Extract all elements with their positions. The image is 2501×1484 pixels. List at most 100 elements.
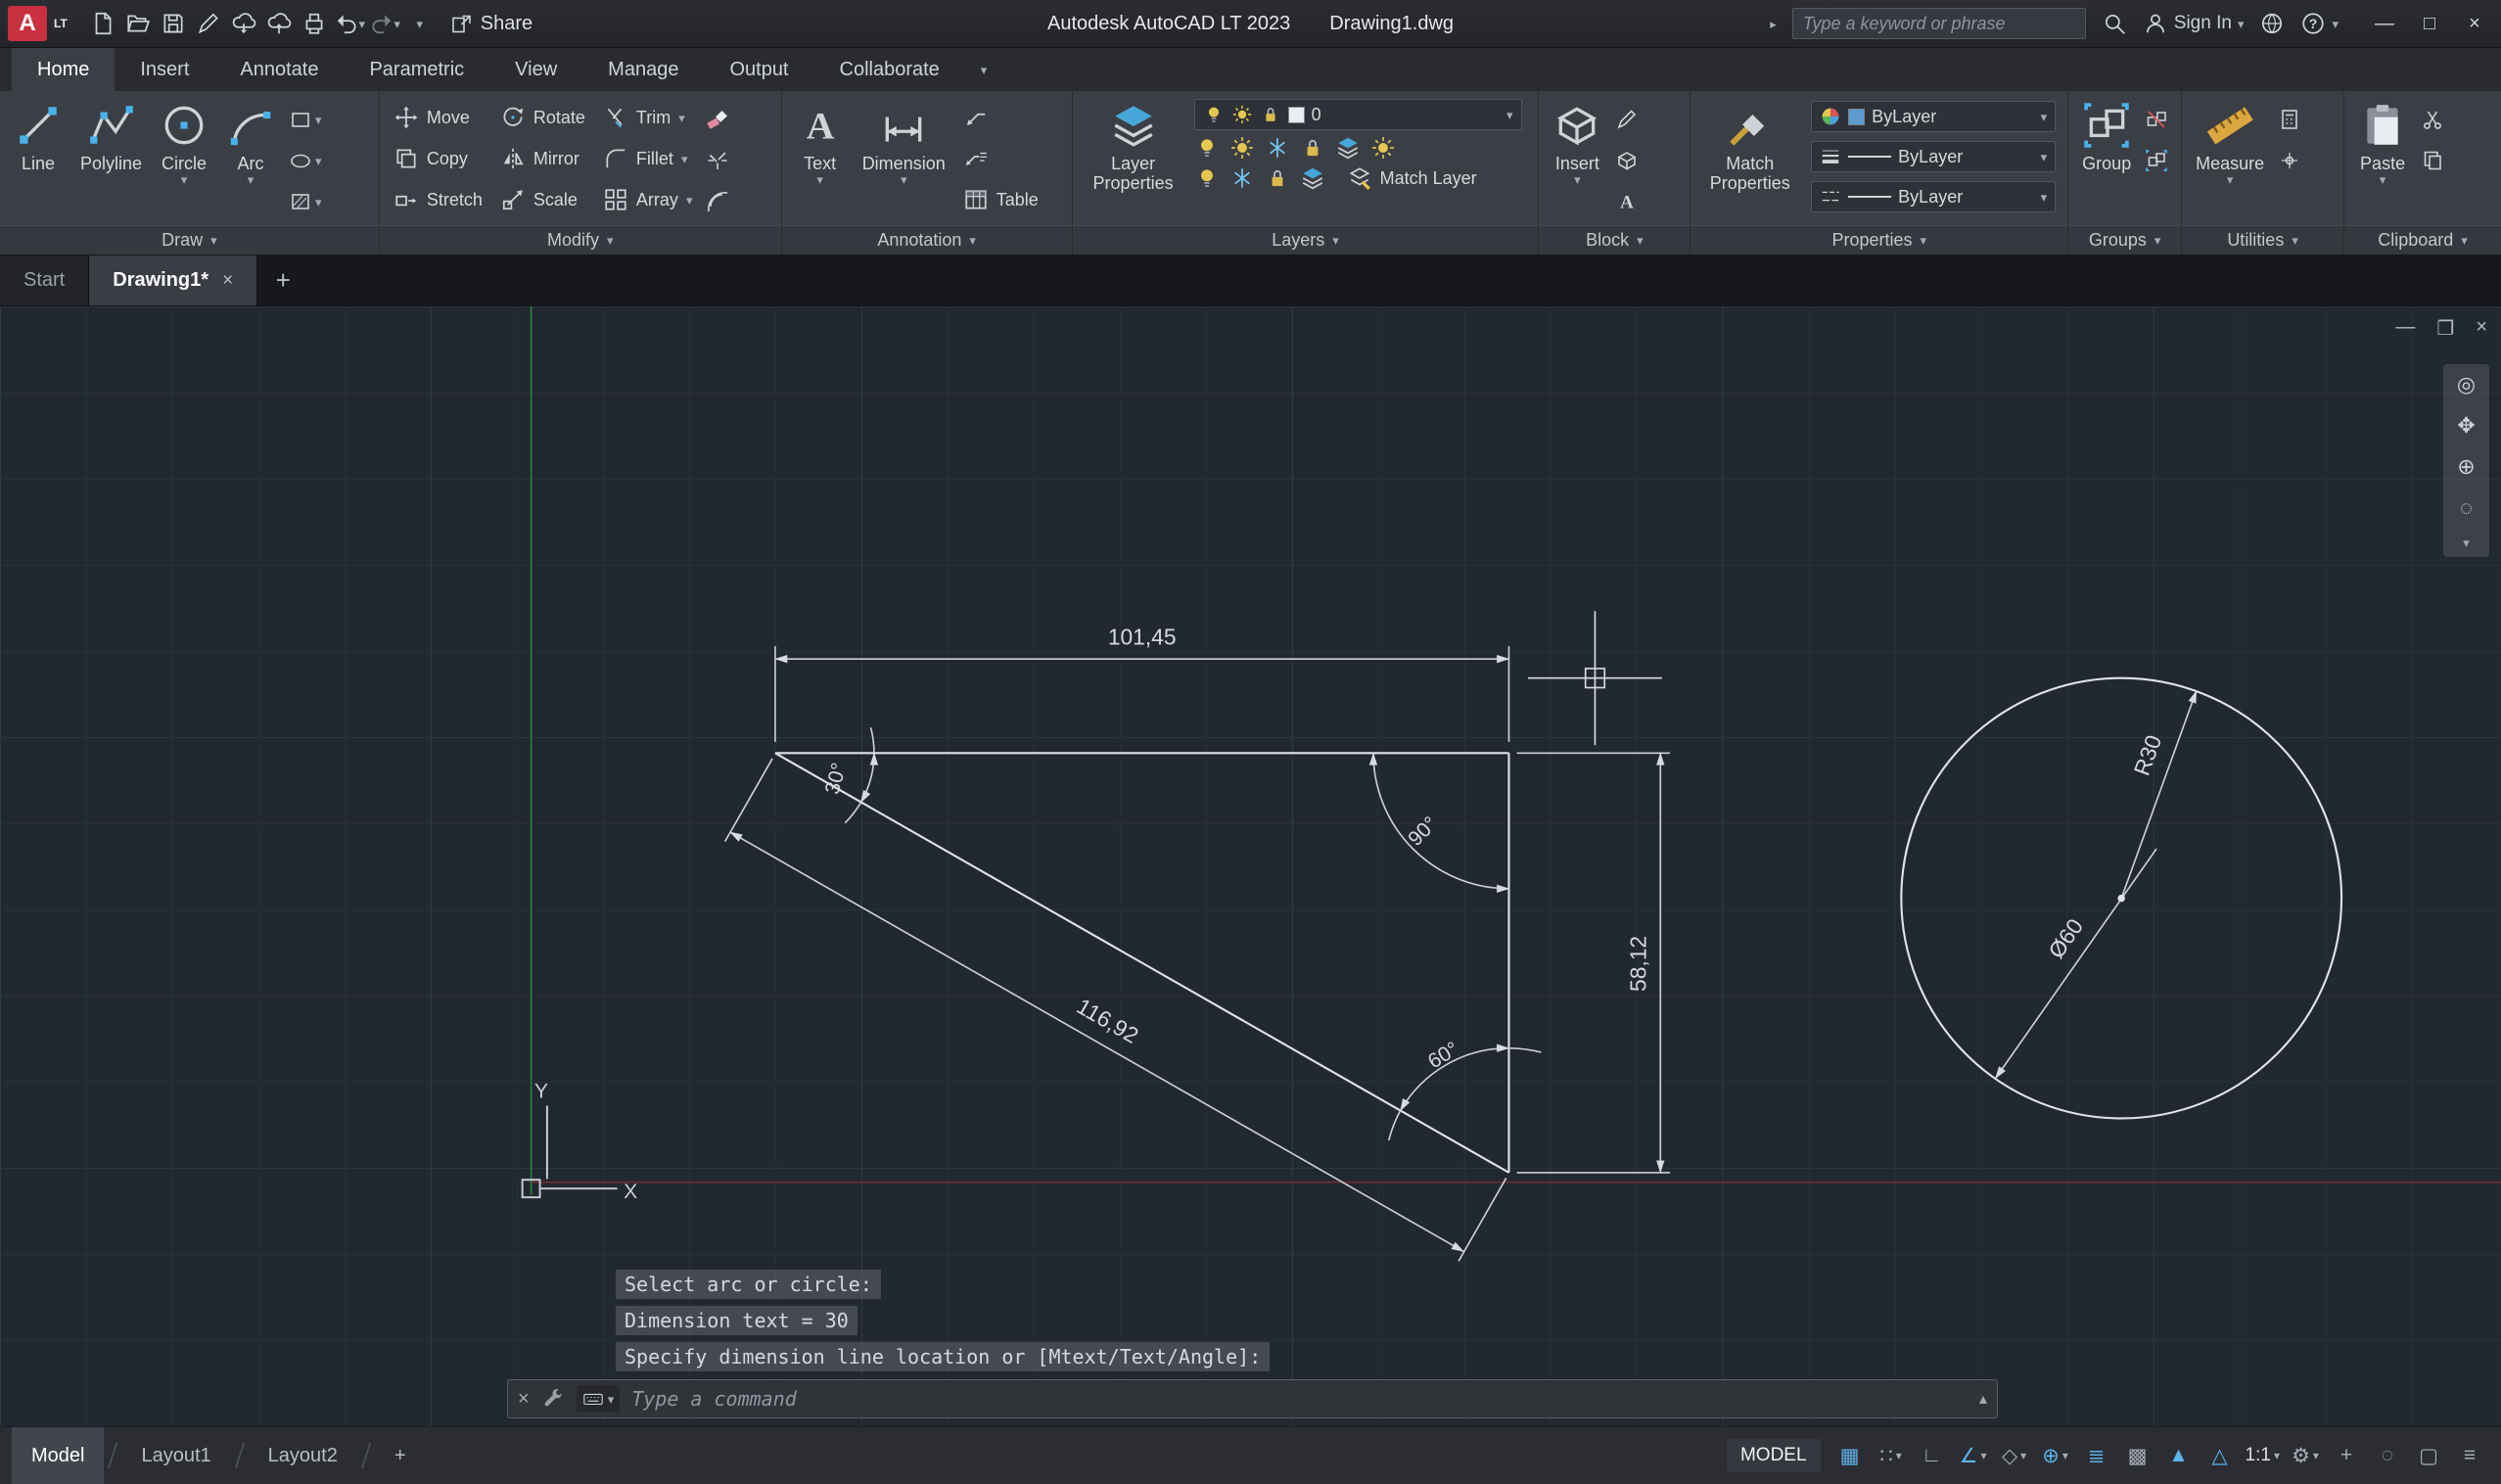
layout-tab-layout1[interactable]: Layout1 bbox=[121, 1427, 230, 1484]
workspace-settings-button[interactable]: ⚙▾ bbox=[2286, 1436, 2325, 1475]
grid-toggle[interactable]: ▦ bbox=[1830, 1436, 1870, 1475]
lineweight-toggle[interactable]: ≣ bbox=[2077, 1436, 2116, 1475]
clipboard-panel-label[interactable]: Clipboard▾ bbox=[2344, 225, 2501, 255]
layer-properties-button[interactable]: Layer Properties bbox=[1079, 97, 1188, 193]
command-customize-wrench-icon[interactable] bbox=[541, 1387, 565, 1411]
multileader-button[interactable] bbox=[955, 138, 1046, 179]
ribbon-display-toggle[interactable]: ▾ bbox=[965, 48, 1003, 91]
object-snap-caret-icon[interactable]: ▾ bbox=[2062, 1450, 2068, 1461]
arc-button[interactable]: Arc▾ bbox=[218, 97, 283, 186]
layer-select-dropdown[interactable]: 0 ▾ bbox=[1194, 99, 1522, 130]
rotate-button[interactable]: Rotate bbox=[492, 97, 593, 138]
quick-calculator-button[interactable] bbox=[2274, 101, 2305, 138]
annotation-panel-label[interactable]: Annotation▾ bbox=[782, 225, 1072, 255]
isodraft-toggle[interactable]: ◇▾ bbox=[1995, 1436, 2034, 1475]
block-panel-label[interactable]: Block▾ bbox=[1539, 225, 1690, 255]
workspace-caret-icon[interactable]: ▾ bbox=[2313, 1450, 2319, 1461]
layout-tab-layout2[interactable]: Layout2 bbox=[249, 1427, 357, 1484]
scale-button[interactable]: Scale bbox=[492, 179, 593, 220]
maximize-button[interactable]: □ bbox=[2407, 2, 2452, 45]
mirror-button[interactable]: Mirror bbox=[492, 138, 593, 179]
insert-block-button[interactable]: Insert▾ bbox=[1545, 97, 1609, 186]
dim-horizontal-text[interactable]: 101,45 bbox=[1108, 624, 1177, 649]
share-button[interactable]: Share bbox=[438, 12, 544, 35]
polar-caret-icon[interactable]: ▾ bbox=[1980, 1450, 1986, 1461]
pan-icon[interactable]: ✥ bbox=[2457, 413, 2475, 439]
drawing-viewport[interactable]: 101,45 58,12 116,92 30° 90° 60° R30 Ø60 bbox=[0, 306, 2501, 1426]
drawing-minimize-button[interactable]: — bbox=[2395, 316, 2415, 341]
match-properties-button[interactable]: Match Properties bbox=[1696, 97, 1803, 193]
annotation-scale-caret-icon[interactable]: ▾ bbox=[2274, 1450, 2280, 1461]
annotation-monitor-toggle[interactable]: + bbox=[2327, 1436, 2366, 1475]
file-tab-drawing1[interactable]: Drawing1* × bbox=[89, 255, 257, 305]
paste-button[interactable]: Paste▾ bbox=[2350, 97, 2415, 186]
layer-freeze-tool-icon[interactable] bbox=[1265, 135, 1290, 161]
layer-isolate-tool-icon[interactable] bbox=[1229, 135, 1255, 161]
application-menu-button[interactable]: A LT bbox=[0, 0, 79, 48]
ortho-toggle[interactable]: ∟ bbox=[1913, 1436, 1952, 1475]
layers-panel-label[interactable]: Layers▾ bbox=[1073, 225, 1539, 255]
object-color-dropdown[interactable]: ByLayer ▾ bbox=[1811, 101, 2056, 132]
copy-clip-button[interactable] bbox=[2417, 142, 2448, 179]
autodesk-web-button[interactable] bbox=[2259, 11, 2285, 36]
erase-button[interactable] bbox=[702, 101, 733, 138]
dimension-button[interactable]: Dimension▾ bbox=[855, 97, 953, 186]
tab-output[interactable]: Output bbox=[704, 48, 813, 91]
cut-button[interactable] bbox=[2417, 101, 2448, 138]
rectangle-button[interactable]: ▾ bbox=[285, 101, 326, 138]
open-from-web-mobile-button[interactable] bbox=[226, 6, 261, 41]
zoom-icon[interactable]: ⊕ bbox=[2457, 454, 2475, 480]
dim-vertical-text[interactable]: 58,12 bbox=[1626, 936, 1651, 992]
redo-button[interactable]: ▾ bbox=[367, 6, 402, 41]
layer-lock-icon[interactable] bbox=[1260, 104, 1281, 125]
ungroup-button[interactable] bbox=[2141, 101, 2172, 138]
text-button[interactable]: Text▾ bbox=[788, 97, 853, 186]
drawing-restore-button[interactable]: ❐ bbox=[2436, 316, 2454, 341]
object-snap-toggle[interactable]: ⊕▾ bbox=[2036, 1436, 2075, 1475]
fillet-button[interactable]: Fillet▾ bbox=[595, 138, 701, 179]
layer-state-tool-icon[interactable] bbox=[1300, 165, 1325, 191]
line-button[interactable]: Line bbox=[6, 97, 70, 173]
move-button[interactable]: Move bbox=[386, 97, 490, 138]
search-expand-icon[interactable]: ▸ bbox=[1770, 18, 1777, 30]
layout-tab-model[interactable]: Model bbox=[12, 1427, 104, 1484]
search-input[interactable] bbox=[1792, 8, 2086, 39]
drawing-close-button[interactable]: × bbox=[2476, 316, 2487, 341]
snap-mode-toggle[interactable]: ∷▾ bbox=[1872, 1436, 1911, 1475]
clean-screen-button[interactable]: ▢ bbox=[2409, 1436, 2448, 1475]
id-point-button[interactable] bbox=[2274, 142, 2305, 179]
search-button[interactable] bbox=[2102, 11, 2127, 36]
sign-in-button[interactable]: Sign In ▾ bbox=[2143, 11, 2245, 36]
circle-button[interactable]: Circle▾ bbox=[152, 97, 216, 186]
redo-caret-icon[interactable]: ▾ bbox=[394, 18, 401, 30]
close-button[interactable]: × bbox=[2452, 2, 2497, 45]
tab-manage[interactable]: Manage bbox=[582, 48, 704, 91]
stretch-button[interactable]: Stretch bbox=[386, 179, 490, 220]
copy-button[interactable]: Copy bbox=[386, 138, 490, 179]
layer-thaw-icon[interactable] bbox=[1231, 104, 1253, 125]
create-block-button[interactable] bbox=[1611, 142, 1643, 179]
annotation-visibility-toggle[interactable]: ▲ bbox=[2159, 1436, 2199, 1475]
command-close-icon[interactable]: × bbox=[518, 1388, 530, 1411]
model-paper-space-toggle[interactable]: MODEL bbox=[1727, 1439, 1821, 1472]
groups-panel-label[interactable]: Groups▾ bbox=[2068, 225, 2181, 255]
explode-button[interactable] bbox=[702, 142, 733, 179]
group-button[interactable]: Group bbox=[2074, 97, 2139, 173]
table-button[interactable]: Table bbox=[955, 179, 1046, 220]
modify-panel-label[interactable]: Modify▾ bbox=[380, 225, 781, 255]
match-layer-button[interactable]: Match Layer bbox=[1347, 165, 1477, 191]
tab-home[interactable]: Home bbox=[12, 48, 115, 91]
file-tab-start[interactable]: Start bbox=[0, 255, 89, 305]
customization-button[interactable]: ≡ bbox=[2450, 1436, 2489, 1475]
tab-parametric[interactable]: Parametric bbox=[344, 48, 489, 91]
layer-unfreeze-tool-icon[interactable] bbox=[1229, 165, 1255, 191]
help-button[interactable]: ▾ bbox=[2300, 11, 2339, 36]
array-button[interactable]: Array▾ bbox=[595, 179, 701, 220]
isolate-objects-button[interactable]: ◌ bbox=[2368, 1436, 2407, 1475]
save-button[interactable] bbox=[156, 6, 191, 41]
model-space-canvas[interactable]: 101,45 58,12 116,92 30° 90° 60° R30 Ø60 bbox=[0, 306, 2501, 1426]
offset-button[interactable] bbox=[702, 183, 733, 220]
trim-button[interactable]: Trim▾ bbox=[595, 97, 701, 138]
recent-commands-button[interactable]: ▾ bbox=[577, 1385, 621, 1413]
layer-thaw-all-tool-icon[interactable] bbox=[1370, 135, 1396, 161]
